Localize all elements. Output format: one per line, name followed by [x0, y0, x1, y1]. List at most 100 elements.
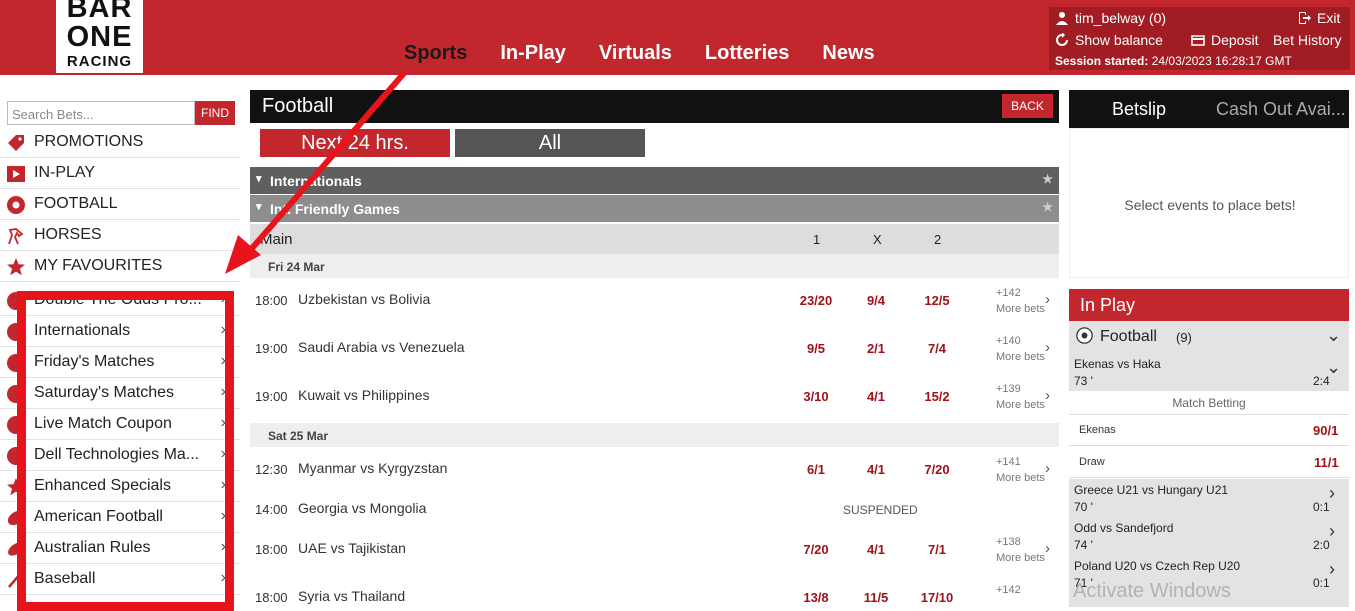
deposit-button[interactable]: Deposit: [1191, 32, 1258, 48]
odds-home[interactable]: 9/5: [786, 341, 846, 356]
odds-away[interactable]: 12/5: [907, 293, 967, 308]
chevron-down-icon[interactable]: ⌄: [1326, 325, 1341, 346]
odds-home[interactable]: 3/10: [786, 389, 846, 404]
tab-all[interactable]: All: [455, 129, 645, 157]
exit-button[interactable]: Exit: [1297, 10, 1340, 26]
match-name[interactable]: Myanmar vs Kyrgyzstan: [298, 460, 447, 476]
sidebar-item-promotions[interactable]: PROMOTIONS: [0, 127, 240, 158]
odds-home[interactable]: 23/20: [786, 293, 846, 308]
selection-row[interactable]: Draw 11/1: [1069, 447, 1349, 478]
play-icon: [7, 166, 25, 182]
match-name[interactable]: Odd vs Sandefjord: [1074, 521, 1173, 535]
selection-odds[interactable]: 90/1: [1313, 423, 1338, 438]
odds-away[interactable]: 15/2: [907, 389, 967, 404]
subsport-item[interactable]: Baseball ›: [0, 564, 240, 595]
sidebar-item-horses[interactable]: HORSES: [0, 220, 240, 251]
show-balance-button[interactable]: Show balance: [1055, 32, 1163, 48]
suspended-label: SUSPENDED: [843, 503, 918, 517]
tab-betslip[interactable]: Betslip: [1112, 99, 1166, 120]
in-play-football-group[interactable]: Football (9) ⌄ Ekenas vs Haka 73 ' 2:4 ⌄: [1069, 321, 1349, 391]
match-name[interactable]: Saudi Arabia vs Venezuela: [298, 339, 465, 355]
match-name[interactable]: Poland U20 vs Czech Rep U20: [1074, 559, 1240, 573]
subsport-item[interactable]: Dell Technologies Ma... ›: [0, 440, 240, 471]
match-row[interactable]: 19:00 Saudi Arabia vs Venezuela 9/5 2/1 …: [250, 325, 1059, 373]
match-row[interactable]: 18:00 Syria vs Thailand 13/8 11/5 17/10 …: [250, 574, 1059, 607]
subsport-item[interactable]: Live Match Coupon ›: [0, 409, 240, 440]
more-bets-link[interactable]: +141 More bets: [996, 454, 1045, 486]
find-button[interactable]: FIND: [195, 101, 235, 125]
chevron-right-icon[interactable]: ›: [1329, 483, 1335, 504]
odds-draw[interactable]: 11/5: [846, 590, 906, 605]
match-row[interactable]: 18:00 UAE vs Tajikistan 7/20 4/1 7/1 +13…: [250, 526, 1059, 574]
odds-home[interactable]: 6/1: [786, 462, 846, 477]
subsport-item[interactable]: American Football ›: [0, 502, 240, 533]
subsport-item[interactable]: Australian Rules ›: [0, 533, 240, 564]
refresh-icon: [1056, 33, 1068, 46]
football-icon: [7, 323, 25, 341]
match-row[interactable]: 19:00 Kuwait vs Philippines 3/10 4/1 15/…: [250, 373, 1059, 421]
match-name[interactable]: Kuwait vs Philippines: [298, 387, 430, 403]
selection-row[interactable]: Ekenas 90/1: [1069, 415, 1349, 446]
odds-away[interactable]: 7/20: [907, 462, 967, 477]
sidebar-item-my-favourites[interactable]: MY FAVOURITES: [0, 251, 240, 282]
match-name[interactable]: UAE vs Tajikistan: [298, 540, 406, 556]
show-balance-label: Show balance: [1075, 32, 1163, 48]
more-bets-link[interactable]: +142 More bets: [996, 285, 1045, 317]
subsport-item[interactable]: Double The Odds Pro... ›: [0, 285, 240, 316]
subsport-item[interactable]: Saturday's Matches ›: [0, 378, 240, 409]
football-icon: [7, 354, 25, 372]
favourite-star-icon[interactable]: ★: [1042, 200, 1053, 214]
search-input[interactable]: Search Bets...: [7, 101, 195, 125]
more-bets-link[interactable]: +142: [996, 582, 1021, 598]
market-label: Main: [260, 231, 293, 248]
tab-cash-out[interactable]: Cash Out Avai...: [1216, 99, 1346, 120]
nav-lotteries[interactable]: Lotteries: [705, 42, 789, 65]
bar-one-racing-logo[interactable]: BAR ONE RACING: [56, 0, 143, 73]
match-name[interactable]: Syria vs Thailand: [298, 588, 405, 604]
subsport-item[interactable]: Internationals ›: [0, 316, 240, 347]
chevron-right-icon[interactable]: ›: [1329, 559, 1335, 580]
match-name[interactable]: Uzbekistan vs Bolivia: [298, 291, 430, 307]
chevron-right-icon[interactable]: ›: [1329, 521, 1335, 542]
match-name[interactable]: Georgia vs Mongolia: [298, 500, 426, 516]
odds-away[interactable]: 7/1: [907, 542, 967, 557]
more-bets-link[interactable]: +140 More bets: [996, 333, 1045, 365]
odds-home[interactable]: 13/8: [786, 590, 846, 605]
odds-draw[interactable]: 9/4: [846, 293, 906, 308]
tab-next-24-hrs[interactable]: Next 24 hrs.: [260, 129, 450, 157]
match-score: 2:0: [1313, 538, 1330, 552]
account-user[interactable]: tim_belway (0): [1055, 10, 1166, 26]
sidebar-item-in-play[interactable]: IN-PLAY: [0, 158, 240, 189]
nav-sports[interactable]: Sports: [404, 42, 467, 65]
odds-draw[interactable]: 4/1: [846, 462, 906, 477]
subsport-item[interactable]: Enhanced Specials ›: [0, 471, 240, 502]
more-bets-link[interactable]: +139 More bets: [996, 381, 1045, 413]
back-button[interactable]: BACK: [1002, 94, 1053, 118]
odds-draw[interactable]: 4/1: [846, 389, 906, 404]
section-int-friendly-games[interactable]: ▾ Int. Friendly Games ★: [250, 195, 1059, 222]
chevron-down-icon[interactable]: ⌄: [1326, 357, 1341, 378]
selection-odds[interactable]: 11/1: [1314, 455, 1339, 470]
favourite-star-icon[interactable]: ★: [1042, 172, 1053, 186]
odds-away[interactable]: 7/4: [907, 341, 967, 356]
odds-away[interactable]: 17/10: [907, 590, 967, 605]
odds-home[interactable]: 7/20: [786, 542, 846, 557]
account-panel: tim_belway (0) Exit Show balance Deposit…: [1049, 7, 1350, 70]
sidebar-item-football[interactable]: FOOTBALL: [0, 189, 240, 220]
bet-history-link[interactable]: Bet History: [1273, 32, 1341, 48]
odds-draw[interactable]: 2/1: [846, 341, 906, 356]
match-row[interactable]: 18:00 Uzbekistan vs Bolivia 23/20 9/4 12…: [250, 277, 1059, 325]
nav-virtuals[interactable]: Virtuals: [599, 42, 672, 65]
section-internationals[interactable]: ▾ Internationals ★: [250, 167, 1059, 194]
subsport-item[interactable]: Friday's Matches ›: [0, 347, 240, 378]
nav-in-play[interactable]: In-Play: [500, 42, 566, 65]
nav-news[interactable]: News: [822, 42, 874, 65]
username: tim_belway (0): [1075, 10, 1167, 26]
football-icon: [7, 416, 25, 434]
more-bets-link[interactable]: +138 More bets: [996, 534, 1045, 566]
match-name[interactable]: Ekenas vs Haka: [1074, 357, 1161, 371]
match-name[interactable]: Greece U21 vs Hungary U21: [1074, 483, 1228, 497]
subsport-label: Saturday's Matches: [34, 384, 175, 401]
odds-draw[interactable]: 4/1: [846, 542, 906, 557]
match-minute: 73 ': [1074, 374, 1093, 388]
